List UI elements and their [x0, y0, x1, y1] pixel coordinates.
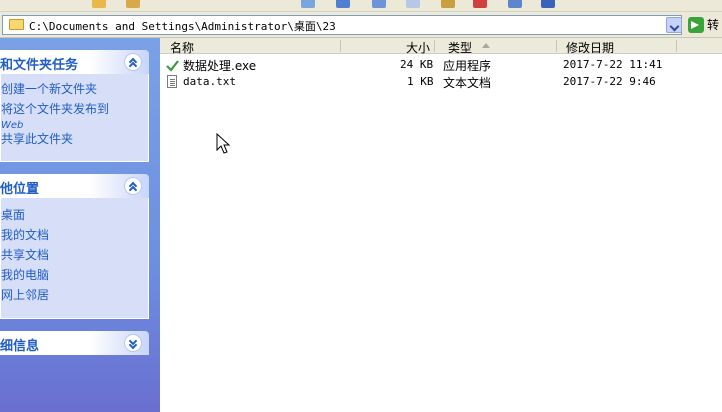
place-desktop[interactable]: 桌面 [1, 206, 25, 223]
toolbar-icon[interactable] [406, 0, 420, 8]
file-list: 名称 大小 类型 修改日期 数据处理.exe 24 KB 应用程序 2017-7… [160, 38, 722, 412]
column-divider[interactable] [434, 40, 435, 52]
file-type: 文本文档 [443, 76, 492, 90]
text-file-icon [167, 75, 177, 88]
file-size: 1 KB [407, 75, 434, 88]
address-path: C:\Documents and Settings\Administrator\… [29, 20, 336, 33]
column-type[interactable]: 类型 [448, 39, 472, 56]
place-shared-documents[interactable]: 共享文档 [1, 246, 49, 263]
other-places-panel: 桌面 我的文档 共享文档 我的电脑 网上邻居 [0, 198, 149, 319]
file-modified: 2017-7-22 9:46 [563, 75, 656, 88]
file-tasks-panel: 创建一个新文件夹 将这个文件夹发布到 Web 共享此文件夹 [0, 74, 149, 162]
go-label: 转 [707, 18, 720, 32]
toolbar-icon[interactable] [372, 0, 386, 8]
task-publish-web-label: 将这个文件夹发布到 [1, 102, 110, 116]
file-size: 24 KB [400, 58, 434, 71]
column-name[interactable]: 名称 [170, 39, 194, 56]
mouse-cursor-icon [216, 133, 230, 154]
expand-button[interactable] [124, 334, 142, 352]
task-publish-web[interactable]: 将这个文件夹发布到 Web [1, 100, 109, 131]
place-my-computer[interactable]: 我的电脑 [1, 266, 49, 283]
toolbar-icon[interactable] [126, 0, 140, 8]
file-name: data.txt [183, 75, 236, 88]
collapse-button[interactable] [124, 177, 142, 195]
file-row[interactable]: data.txt 1 KB 文本文档 2017-7-22 9:46 [160, 74, 722, 91]
column-divider[interactable] [340, 40, 341, 52]
column-size[interactable]: 大小 [406, 39, 430, 56]
file-name: 数据处理.exe [183, 59, 257, 73]
collapse-button[interactable] [124, 53, 142, 71]
file-tasks-title: 和文件夹任务 [0, 58, 79, 73]
go-arrow-icon [688, 17, 704, 33]
other-places-header[interactable]: 他位置 [0, 174, 149, 198]
task-new-folder[interactable]: 创建一个新文件夹 [1, 80, 97, 97]
column-modified[interactable]: 修改日期 [566, 39, 614, 56]
column-headers: 名称 大小 类型 修改日期 [160, 38, 722, 56]
exe-checkmark-icon [166, 60, 179, 72]
file-tasks-header[interactable]: 和文件夹任务 [0, 50, 149, 74]
toolbar-icon[interactable] [508, 0, 522, 8]
file-row[interactable]: 数据处理.exe 24 KB 应用程序 2017-7-22 11:41 [160, 57, 722, 74]
toolbar-icon[interactable] [541, 0, 555, 8]
address-dropdown-button[interactable] [666, 17, 682, 33]
sort-ascending-icon [482, 43, 490, 48]
toolbar-icon[interactable] [441, 0, 455, 8]
other-places-title: 他位置 [0, 182, 40, 197]
toolbar-icon[interactable] [92, 0, 106, 8]
column-divider[interactable] [676, 40, 677, 52]
details-title: 细信息 [0, 339, 40, 354]
go-button[interactable]: 转 [686, 15, 722, 35]
toolbar-icon[interactable] [473, 0, 487, 8]
toolbar-icon[interactable] [336, 0, 350, 8]
task-share-folder[interactable]: 共享此文件夹 [1, 130, 73, 147]
toolbar [0, 0, 722, 12]
column-divider[interactable] [556, 40, 557, 52]
folder-icon [9, 19, 24, 30]
file-modified: 2017-7-22 11:41 [563, 58, 663, 71]
task-pane: 和文件夹任务 创建一个新文件夹 将这个文件夹发布到 Web 共享此文件夹 他位置… [0, 38, 160, 412]
address-bar: C:\Documents and Settings\Administrator\… [0, 12, 722, 38]
toolbar-icon[interactable] [301, 0, 315, 8]
file-type: 应用程序 [443, 59, 492, 73]
details-header[interactable]: 细信息 [0, 331, 149, 355]
place-my-documents[interactable]: 我的文档 [1, 226, 49, 243]
place-network[interactable]: 网上邻居 [1, 286, 49, 303]
address-input[interactable]: C:\Documents and Settings\Administrator\… [2, 15, 682, 35]
